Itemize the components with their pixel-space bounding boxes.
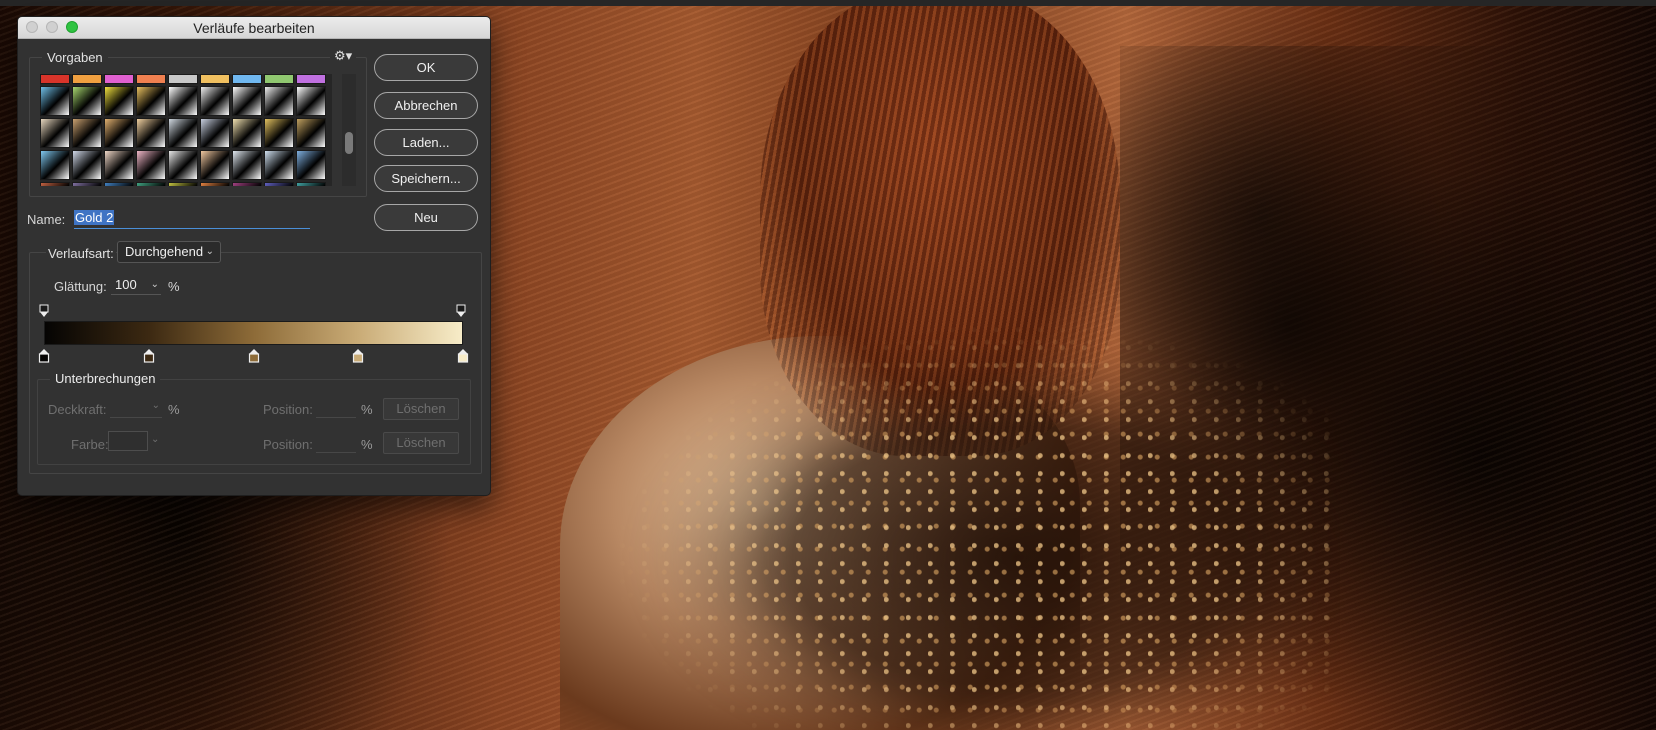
presets-label: Vorgaben	[42, 50, 108, 65]
preset-swatch[interactable]	[232, 150, 262, 180]
preset-swatch[interactable]	[232, 182, 262, 186]
color-stop[interactable]	[38, 348, 50, 363]
opacity-position-input[interactable]	[316, 399, 356, 418]
preset-swatch[interactable]	[296, 182, 326, 186]
preset-swatch[interactable]	[104, 150, 134, 180]
preset-swatch-list[interactable]	[40, 74, 332, 186]
dialog-title: Verläufe bearbeiten	[193, 20, 315, 36]
name-input-value: Gold 2	[74, 210, 115, 225]
stop-color-well[interactable]	[108, 431, 148, 451]
preset-swatch[interactable]	[232, 86, 262, 116]
gradient-type-label: Verlaufsart:	[46, 246, 116, 261]
color-label: Farbe:	[71, 437, 109, 452]
new-button[interactable]: Neu	[374, 204, 478, 231]
color-stop[interactable]	[248, 348, 260, 363]
opacity-label: Deckkraft:	[48, 402, 107, 417]
preset-swatch[interactable]	[232, 74, 262, 84]
preset-swatch[interactable]	[72, 182, 102, 186]
photo-dried-flowers	[620, 326, 1340, 730]
preset-swatch[interactable]	[296, 118, 326, 148]
preset-swatch[interactable]	[136, 150, 166, 180]
preset-swatch[interactable]	[104, 86, 134, 116]
preset-swatch[interactable]	[136, 86, 166, 116]
preset-swatch[interactable]	[264, 74, 294, 84]
color-stop[interactable]	[143, 348, 155, 363]
gradient-type-select[interactable]: Durchgehend ⌄	[117, 241, 221, 263]
preset-swatch[interactable]	[264, 150, 294, 180]
preset-swatch[interactable]	[104, 74, 134, 84]
preset-swatch[interactable]	[168, 182, 198, 186]
preset-swatch[interactable]	[200, 150, 230, 180]
preset-swatch[interactable]	[40, 118, 70, 148]
preset-swatch[interactable]	[200, 86, 230, 116]
color-stop[interactable]	[352, 348, 364, 363]
preset-swatch-grid	[40, 74, 326, 186]
preset-swatch[interactable]	[168, 150, 198, 180]
smoothness-value: 100	[115, 277, 137, 292]
smoothness-percent: %	[168, 279, 180, 294]
cancel-button[interactable]: Abbrechen	[374, 92, 478, 119]
color-position-input[interactable]	[316, 434, 356, 453]
preset-swatch[interactable]	[168, 86, 198, 116]
opacity-input[interactable]: ⌄	[110, 399, 162, 418]
gradient-preview-bar[interactable]	[44, 321, 463, 345]
preset-swatch[interactable]	[72, 74, 102, 84]
preset-swatch[interactable]	[40, 86, 70, 116]
preset-swatch[interactable]	[136, 118, 166, 148]
chevron-down-icon: ⌄	[151, 400, 160, 411]
ok-button[interactable]: OK	[374, 54, 478, 81]
preset-swatch[interactable]	[136, 182, 166, 186]
preset-swatch[interactable]	[296, 74, 326, 84]
preset-swatch[interactable]	[296, 86, 326, 116]
preset-swatch[interactable]	[264, 86, 294, 116]
preset-swatch[interactable]	[40, 74, 70, 84]
color-stop[interactable]	[457, 348, 469, 363]
opacity-stop-right[interactable]	[456, 304, 466, 318]
preset-swatch[interactable]	[200, 182, 230, 186]
preset-swatch[interactable]	[200, 118, 230, 148]
smoothness-input[interactable]: 100 ⌄	[111, 275, 161, 295]
preset-swatch[interactable]	[72, 150, 102, 180]
opacity-percent: %	[168, 402, 180, 417]
preset-swatch[interactable]	[136, 74, 166, 84]
stops-label: Unterbrechungen	[50, 371, 161, 386]
preset-swatch[interactable]	[264, 182, 294, 186]
preset-scrollbar[interactable]	[342, 74, 356, 186]
preset-swatch[interactable]	[168, 74, 198, 84]
chevron-down-icon: ⌄	[150, 279, 159, 290]
preset-swatch[interactable]	[168, 118, 198, 148]
dialog-titlebar[interactable]: Verläufe bearbeiten	[18, 17, 490, 39]
opacity-position-percent: %	[361, 402, 373, 417]
opacity-position-label: Position:	[263, 402, 313, 417]
color-position-label: Position:	[263, 437, 313, 452]
presets-group: Vorgaben ⚙▾	[29, 48, 367, 197]
preset-scrollbar-thumb[interactable]	[345, 132, 353, 154]
preset-swatch[interactable]	[40, 150, 70, 180]
preset-swatch[interactable]	[72, 118, 102, 148]
name-label: Name:	[27, 212, 66, 227]
color-position-percent: %	[361, 437, 373, 452]
name-input[interactable]: Gold 2	[74, 208, 310, 229]
preset-swatch[interactable]	[232, 118, 262, 148]
chevron-down-icon: ⌄	[205, 246, 214, 257]
preset-swatch[interactable]	[264, 118, 294, 148]
preset-swatch[interactable]	[200, 74, 230, 84]
chevron-down-icon: ⌄	[151, 434, 160, 445]
preset-swatch[interactable]	[72, 86, 102, 116]
gradient-type-value: Durchgehend	[125, 244, 204, 259]
delete-opacity-stop-button[interactable]: Löschen	[383, 398, 459, 420]
delete-color-stop-button[interactable]: Löschen	[383, 432, 459, 454]
gradient-editor-dialog: Verläufe bearbeiten Vorgaben ⚙▾ OK Abbre…	[17, 16, 491, 496]
smoothness-label: Glättung:	[54, 279, 107, 294]
preset-swatch[interactable]	[104, 182, 134, 186]
load-button[interactable]: Laden...	[374, 129, 478, 156]
save-button[interactable]: Speichern...	[374, 165, 478, 192]
opacity-stop-left[interactable]	[39, 304, 49, 318]
gear-icon[interactable]: ⚙▾	[330, 48, 357, 64]
preset-swatch[interactable]	[104, 118, 134, 148]
preset-swatch[interactable]	[40, 182, 70, 186]
preset-swatch[interactable]	[296, 150, 326, 180]
